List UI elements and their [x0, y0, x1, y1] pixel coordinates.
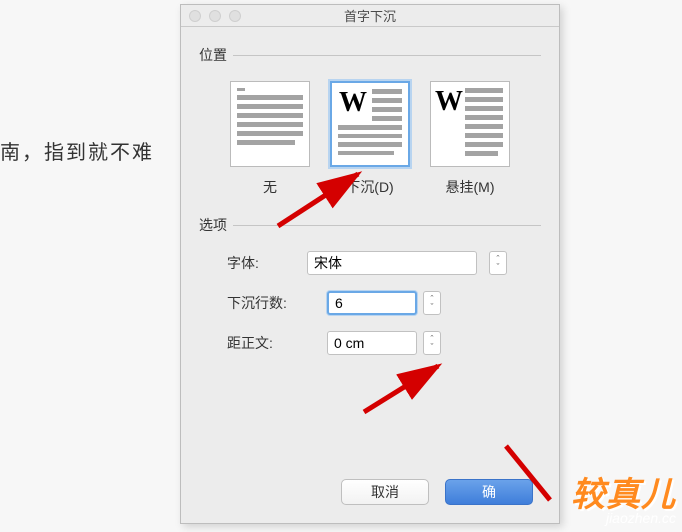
lines-row: 下沉行数: ˆ ˇ [227, 291, 541, 315]
position-option-dropped[interactable]: W 下沉(D) [330, 81, 410, 197]
position-option-dropped-label: 下沉(D) [346, 177, 393, 197]
watermark-text: 较真儿 [571, 467, 676, 516]
position-option-none[interactable]: 无 [230, 81, 310, 197]
font-label: 字体: [227, 253, 307, 273]
chevron-down-icon: ˇ [431, 303, 434, 311]
cancel-button[interactable]: 取消 [341, 479, 429, 505]
position-option-margin[interactable]: W 悬挂(M) [430, 81, 510, 197]
drop-cap-dialog: 首字下沉 位置 无 W [180, 4, 560, 524]
divider [233, 55, 541, 56]
zoom-icon[interactable] [229, 10, 241, 22]
thumb-dropped: W [330, 81, 410, 167]
position-label: 位置 [199, 45, 227, 65]
thumb-margin: W [430, 81, 510, 167]
lines-input[interactable] [327, 291, 417, 315]
chevron-down-icon: ˇ [431, 343, 434, 351]
ok-button[interactable]: 确 [445, 479, 533, 505]
position-section: 位置 无 W [199, 45, 541, 197]
options-label: 选项 [199, 215, 227, 235]
traffic-lights [189, 10, 241, 22]
distance-label: 距正文: [227, 333, 327, 353]
font-dropdown-button[interactable]: ˆ ˇ [489, 251, 507, 275]
distance-input[interactable] [327, 331, 417, 355]
position-option-none-label: 无 [263, 177, 277, 197]
dialog-titlebar[interactable]: 首字下沉 [181, 5, 559, 27]
minimize-icon[interactable] [209, 10, 221, 22]
thumb-none [230, 81, 310, 167]
options-section: 选项 字体: ˆ ˇ 下沉行数: ˆ ˇ 距正文: [199, 215, 541, 355]
lines-stepper[interactable]: ˆ ˇ [423, 291, 441, 315]
document-text: 南，指到就不难 [0, 136, 154, 165]
distance-row: 距正文: ˆ ˇ [227, 331, 541, 355]
divider [233, 225, 541, 226]
close-icon[interactable] [189, 10, 201, 22]
dialog-title: 首字下沉 [344, 6, 396, 25]
chevron-down-icon: ˇ [497, 263, 500, 271]
position-option-margin-label: 悬挂(M) [446, 177, 495, 197]
button-row: 取消 确 [341, 479, 533, 505]
font-row: 字体: ˆ ˇ [227, 251, 541, 275]
font-select[interactable] [307, 251, 477, 275]
distance-stepper[interactable]: ˆ ˇ [423, 331, 441, 355]
lines-label: 下沉行数: [227, 293, 327, 313]
watermark: 较真儿 jiaozhen.cc [571, 467, 676, 526]
